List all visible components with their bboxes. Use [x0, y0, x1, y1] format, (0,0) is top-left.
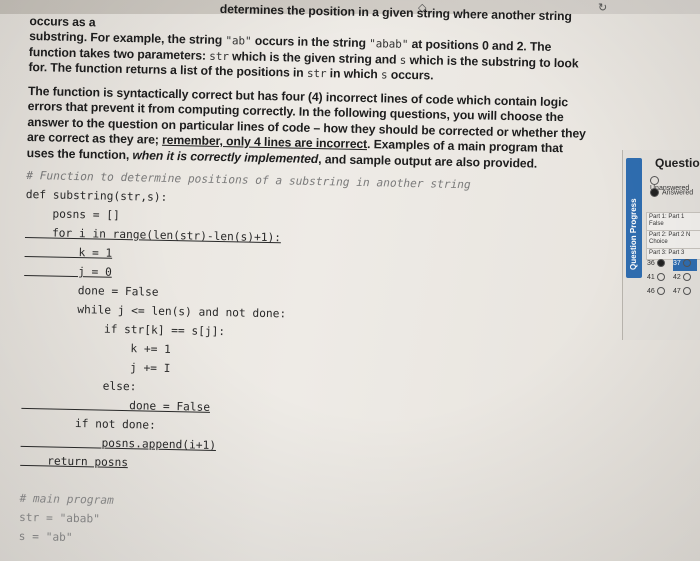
question-36[interactable]: 36 — [647, 259, 671, 271]
legend-label: Answered — [662, 189, 694, 197]
filled-circle-icon — [656, 259, 665, 267]
question-number: 41 — [647, 273, 655, 281]
part-1-button[interactable]: Part 1: Part 1 False — [646, 212, 700, 232]
question-47[interactable]: 47 — [673, 287, 697, 299]
question-number: 46 — [647, 287, 655, 295]
question-number: 36 — [647, 259, 655, 267]
refresh-icon[interactable]: ↻ — [598, 1, 607, 14]
panel-title: Question — [655, 156, 700, 170]
example-ab: "ab" — [225, 34, 252, 48]
emphasis-text: when it is correctly implemented — [132, 147, 319, 166]
question-number: 42 — [673, 273, 681, 281]
question-number: 47 — [673, 287, 681, 295]
code-block: # Function to determine positions of a s… — [18, 169, 586, 561]
param-str: str — [209, 49, 229, 63]
example-abab: "abab" — [369, 37, 409, 51]
empty-circle-icon — [682, 287, 691, 295]
question-37[interactable]: 37 — [673, 259, 697, 271]
intro-paragraph-1: determines the position in a given strin… — [28, 0, 590, 87]
intro-text: in which — [326, 66, 382, 82]
legend-answered: Answered — [650, 188, 693, 197]
part-label: Part 2: Part 2 N — [649, 232, 691, 238]
intro-text: occurs in the string — [251, 33, 370, 51]
part-label: Part 1: Part 1 — [649, 214, 685, 220]
empty-circle-icon — [656, 287, 665, 295]
param-str: str — [306, 66, 327, 81]
empty-circle-icon — [650, 176, 659, 185]
question-46[interactable]: 46 — [647, 287, 671, 299]
part-2-button[interactable]: Part 2: Part 2 N Choice — [646, 230, 700, 250]
question-41[interactable]: 41 — [647, 273, 671, 285]
question-number: 37 — [673, 259, 681, 267]
intro-paragraph-2: The function is syntactically correct bu… — [27, 83, 589, 172]
filled-circle-icon — [650, 188, 659, 197]
tab-label: Question Progress — [629, 198, 638, 270]
intro-text: occurs. — [387, 67, 434, 83]
empty-circle-icon — [682, 273, 691, 281]
instructions-text: , and sample output are also provided. — [318, 151, 538, 171]
empty-circle-icon — [656, 273, 665, 281]
part-type: Choice — [649, 239, 668, 245]
empty-circle-icon — [682, 259, 691, 267]
question-content: determines the position in a given strin… — [18, 0, 589, 561]
intro-text: which is the given string and — [228, 48, 400, 67]
part-type: False — [649, 221, 664, 227]
question-progress-tab[interactable]: Question Progress — [626, 158, 642, 278]
screenshot-page: ◇ ↻ determines the position in a given s… — [0, 0, 700, 561]
part-label: Part 3: Part 3 — [649, 250, 685, 256]
question-42[interactable]: 42 — [673, 273, 697, 285]
